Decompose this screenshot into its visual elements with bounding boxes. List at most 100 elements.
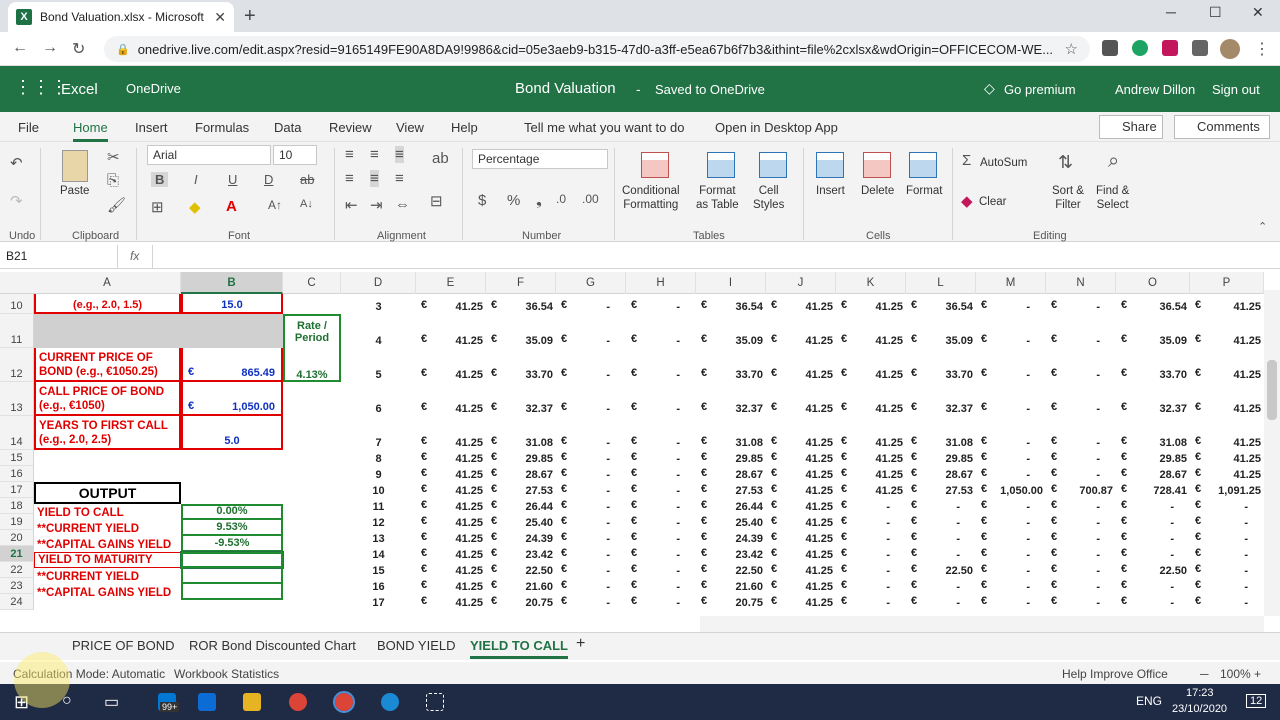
cell-k16[interactable]: 41.25: [836, 466, 906, 482]
undo-icon[interactable]: ↶: [10, 154, 23, 172]
cell-d23[interactable]: 16: [341, 578, 416, 594]
cell-h14[interactable]: -: [626, 416, 696, 450]
clear-button[interactable]: Clear: [979, 195, 1006, 209]
cell-m16[interactable]: -: [976, 466, 1046, 482]
help-improve-office[interactable]: Help Improve Office: [1062, 667, 1168, 681]
row-header-24[interactable]: 24: [0, 594, 34, 610]
cell-l11[interactable]: 35.09: [906, 314, 976, 348]
cell-p15[interactable]: 41.25: [1190, 450, 1264, 466]
cell-j19[interactable]: 41.25: [766, 514, 836, 530]
cell-h23[interactable]: -: [626, 578, 696, 594]
cell-m19[interactable]: -: [976, 514, 1046, 530]
cell-g16[interactable]: -: [556, 466, 626, 482]
cell-f18[interactable]: 26.44: [486, 498, 556, 514]
cell-o11[interactable]: 35.09: [1116, 314, 1190, 348]
row-header-23[interactable]: 23: [0, 578, 34, 594]
cell-i23[interactable]: 21.60: [696, 578, 766, 594]
cell-d15[interactable]: 8: [341, 450, 416, 466]
cell-j20[interactable]: 41.25: [766, 530, 836, 546]
cell-a21[interactable]: YIELD TO MATURITY: [34, 552, 181, 568]
cell-j13[interactable]: 41.25: [766, 382, 836, 416]
extension-red-icon[interactable]: [1162, 40, 1178, 56]
column-header-p[interactable]: P: [1190, 272, 1264, 294]
cell-b10[interactable]: 15.0: [181, 294, 283, 314]
cell-k15[interactable]: 41.25: [836, 450, 906, 466]
cell-l16[interactable]: 28.67: [906, 466, 976, 482]
tab-view[interactable]: View: [396, 120, 424, 135]
close-window-icon[interactable]: ✕: [1252, 4, 1264, 21]
tab-insert[interactable]: Insert: [135, 120, 168, 135]
cell-j11[interactable]: 41.25: [766, 314, 836, 348]
cell-i21[interactable]: 23.42: [696, 546, 766, 562]
cell-h19[interactable]: -: [626, 514, 696, 530]
cell-j21[interactable]: 41.25: [766, 546, 836, 562]
cell-a20[interactable]: **CAPITAL GAINS YIELD: [34, 536, 181, 552]
cell-n12[interactable]: -: [1046, 348, 1116, 382]
cell-g10[interactable]: -: [556, 294, 626, 314]
url-field[interactable]: 🔒 onedrive.live.com/edit.aspx?resid=9165…: [104, 36, 1090, 62]
cell-a22[interactable]: **CURRENT YIELD: [34, 568, 181, 584]
cell-k12[interactable]: 41.25: [836, 348, 906, 382]
cell-h20[interactable]: -: [626, 530, 696, 546]
cell-m24[interactable]: -: [976, 594, 1046, 610]
cell-g11[interactable]: -: [556, 314, 626, 348]
cell-i13[interactable]: 32.37: [696, 382, 766, 416]
reload-icon[interactable]: ↻: [72, 39, 85, 59]
cell-o15[interactable]: 29.85: [1116, 450, 1190, 466]
cell-a10[interactable]: (e.g., 2.0, 1.5): [34, 294, 181, 314]
cell-h21[interactable]: -: [626, 546, 696, 562]
cell-o13[interactable]: 32.37: [1116, 382, 1190, 416]
cell-g14[interactable]: -: [556, 416, 626, 450]
cell-p18[interactable]: -: [1190, 498, 1264, 514]
cell-a17[interactable]: OUTPUT: [34, 482, 181, 504]
cell-k10[interactable]: 41.25: [836, 294, 906, 314]
cell-m15[interactable]: -: [976, 450, 1046, 466]
cell-p11[interactable]: 41.25: [1190, 314, 1264, 348]
cell-g17[interactable]: -: [556, 482, 626, 498]
maximize-icon[interactable]: ☐: [1209, 4, 1222, 21]
cell-n15[interactable]: -: [1046, 450, 1116, 466]
wrap-text-icon[interactable]: ab: [432, 150, 449, 167]
cell-l14[interactable]: 31.08: [906, 416, 976, 450]
format-as-table-icon[interactable]: [707, 152, 735, 178]
cell-a14[interactable]: YEARS TO FIRST CALL (e.g., 2.0, 2.5): [34, 416, 181, 450]
tab-review[interactable]: Review: [329, 120, 372, 135]
row-header-14[interactable]: 14: [0, 416, 34, 450]
cell-m14[interactable]: -: [976, 416, 1046, 450]
cell-d12[interactable]: 5: [341, 348, 416, 382]
cell-n11[interactable]: -: [1046, 314, 1116, 348]
chrome-active-icon[interactable]: [333, 691, 355, 713]
align-top-icon[interactable]: ≡: [345, 146, 354, 163]
cell-b20[interactable]: -9.53%: [181, 536, 283, 552]
copy-icon[interactable]: ⎘: [107, 172, 119, 189]
back-icon[interactable]: ←: [12, 39, 28, 57]
cell-k23[interactable]: -: [836, 578, 906, 594]
cell-p13[interactable]: 41.25: [1190, 382, 1264, 416]
cell-g22[interactable]: -: [556, 562, 626, 578]
cell-p20[interactable]: -: [1190, 530, 1264, 546]
row-header-18[interactable]: 18: [0, 498, 34, 514]
increase-decimal-icon[interactable]: .0: [556, 192, 566, 206]
cell-f21[interactable]: 23.42: [486, 546, 556, 562]
notification-count[interactable]: 12: [1246, 694, 1267, 708]
workbook-statistics[interactable]: Workbook Statistics: [174, 667, 279, 681]
tab-data[interactable]: Data: [274, 120, 301, 135]
cell-j24[interactable]: 41.25: [766, 594, 836, 610]
extension-g-icon[interactable]: [1102, 40, 1118, 56]
column-header-e[interactable]: E: [416, 272, 486, 294]
cell-b18[interactable]: 0.00%: [181, 504, 283, 520]
share-button[interactable]: Share: [1099, 115, 1163, 139]
cell-p16[interactable]: 41.25: [1190, 466, 1264, 482]
sort-filter-button[interactable]: Sort & Filter: [1052, 184, 1084, 212]
column-header-m[interactable]: M: [976, 272, 1046, 294]
cell-i24[interactable]: 20.75: [696, 594, 766, 610]
browser-tab[interactable]: X Bond Valuation.xlsx - Microsoft E ✕: [8, 2, 234, 32]
cell-g18[interactable]: -: [556, 498, 626, 514]
zoom-in-icon[interactable]: +: [1254, 667, 1261, 681]
cell-b13[interactable]: 1,050.00: [181, 382, 283, 416]
cell-i12[interactable]: 33.70: [696, 348, 766, 382]
cell-p14[interactable]: 41.25: [1190, 416, 1264, 450]
column-header-j[interactable]: J: [766, 272, 836, 294]
cell-j18[interactable]: 41.25: [766, 498, 836, 514]
cell-n10[interactable]: -: [1046, 294, 1116, 314]
